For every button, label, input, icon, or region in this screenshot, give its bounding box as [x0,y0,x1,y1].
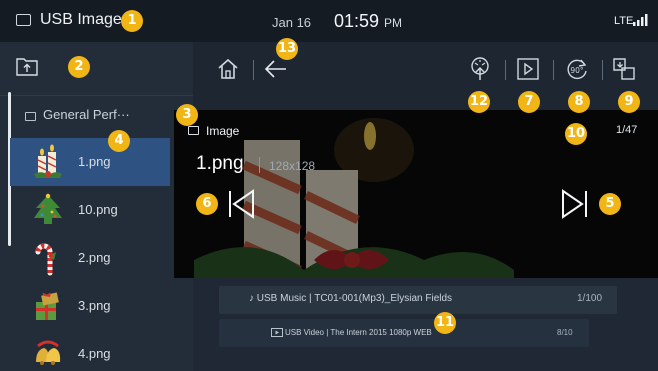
file-name: 1.png [78,154,111,169]
folder-label: General Perf··· [43,107,130,122]
video-icon [271,328,283,337]
image-counter: 1/47 [616,124,638,136]
video-card[interactable]: USB Video | The Intern 2015 1080p WEB 8/… [219,319,589,347]
image-file-name: 1.png [196,153,244,174]
badge-10: 10 [565,123,587,145]
badge-7: 7 [518,91,540,113]
network-label: LTE [614,15,634,27]
toolbar-separator [253,60,254,80]
candles-icon [34,144,62,178]
home-icon[interactable] [215,56,241,82]
music-card-label: ♪ USB Music | TC01-001(Mp3)_Elysian Fiel… [249,293,453,304]
usb-image-icon [16,14,31,26]
candy-cane-icon [35,243,56,276]
rotate-90-icon[interactable]: 90° [564,56,590,82]
file-item-10[interactable]: 10.png [10,186,170,234]
badge-2: 2 [68,56,90,78]
file-name: 10.png [78,202,118,217]
badge-6: 6 [196,193,218,215]
toolbar-separator [602,60,603,80]
file-item-1[interactable]: 1.png [10,138,170,186]
christmas-tree-icon [34,193,62,224]
file-item-4[interactable]: 4.png [10,330,170,371]
music-card-text: USB Music | TC01-001(Mp3)_Elysian Fields [256,293,453,304]
folder-row[interactable]: General Perf··· [0,96,193,136]
video-card-text: USB Video | The Intern 2015 1080p WEB [285,328,432,337]
next-image-icon[interactable] [558,188,590,220]
badge-1: 1 [121,10,143,32]
badge-3: 3 [176,104,198,126]
previous-image-icon[interactable] [226,188,258,220]
file-name: 2.png [78,250,111,265]
title-separator [259,157,260,173]
status-time: 01:59 [334,11,380,31]
file-item-3[interactable]: 3.png [10,282,170,330]
video-card-count: 8/10 [557,328,573,337]
upload-icon[interactable] [467,56,493,82]
folder-icon [188,126,199,135]
badge-5: 5 [599,193,621,215]
toolbar: 90° [193,42,658,96]
badge-13: 13 [276,38,298,60]
badge-11: 11 [434,312,456,334]
viewer-breadcrumb: Image [206,124,240,138]
file-browser-panel: General Perf··· 1.png 10.png 2.png 3.png… [0,42,193,371]
badge-9: 9 [618,91,640,113]
upper-folder-icon[interactable] [16,56,38,76]
copy-icon[interactable] [611,56,637,82]
toolbar-separator [553,60,554,80]
toolbar-separator [505,60,506,80]
folder-icon [25,112,36,121]
music-card[interactable]: ♪ USB Music | TC01-001(Mp3)_Elysian Fiel… [219,286,617,314]
file-name: 4.png [78,346,111,361]
music-card-count: 1/100 [577,293,603,304]
file-name: 3.png [78,298,111,313]
status-bar: USB Image Jan 16 01:59 PM LTE [0,0,658,42]
bells-icon [36,340,61,365]
status-date: Jan 16 [272,15,312,30]
upper-folder-row [0,42,193,96]
media-cards-area: ♪ USB Music | TC01-001(Mp3)_Elysian Fiel… [193,278,658,371]
gift-box-icon [36,292,59,320]
rotate-label: 90° [570,66,584,75]
status-ampm: PM [384,16,402,30]
image-dimensions: 128x128 [269,159,316,173]
file-item-2[interactable]: 2.png [10,234,170,282]
badge-4: 4 [108,130,130,152]
app-title: USB Image [40,11,122,28]
badge-8: 8 [568,91,590,113]
badge-12: 12 [468,91,490,113]
play-slideshow-icon[interactable] [515,56,541,82]
signal-strength-icon [633,14,648,26]
